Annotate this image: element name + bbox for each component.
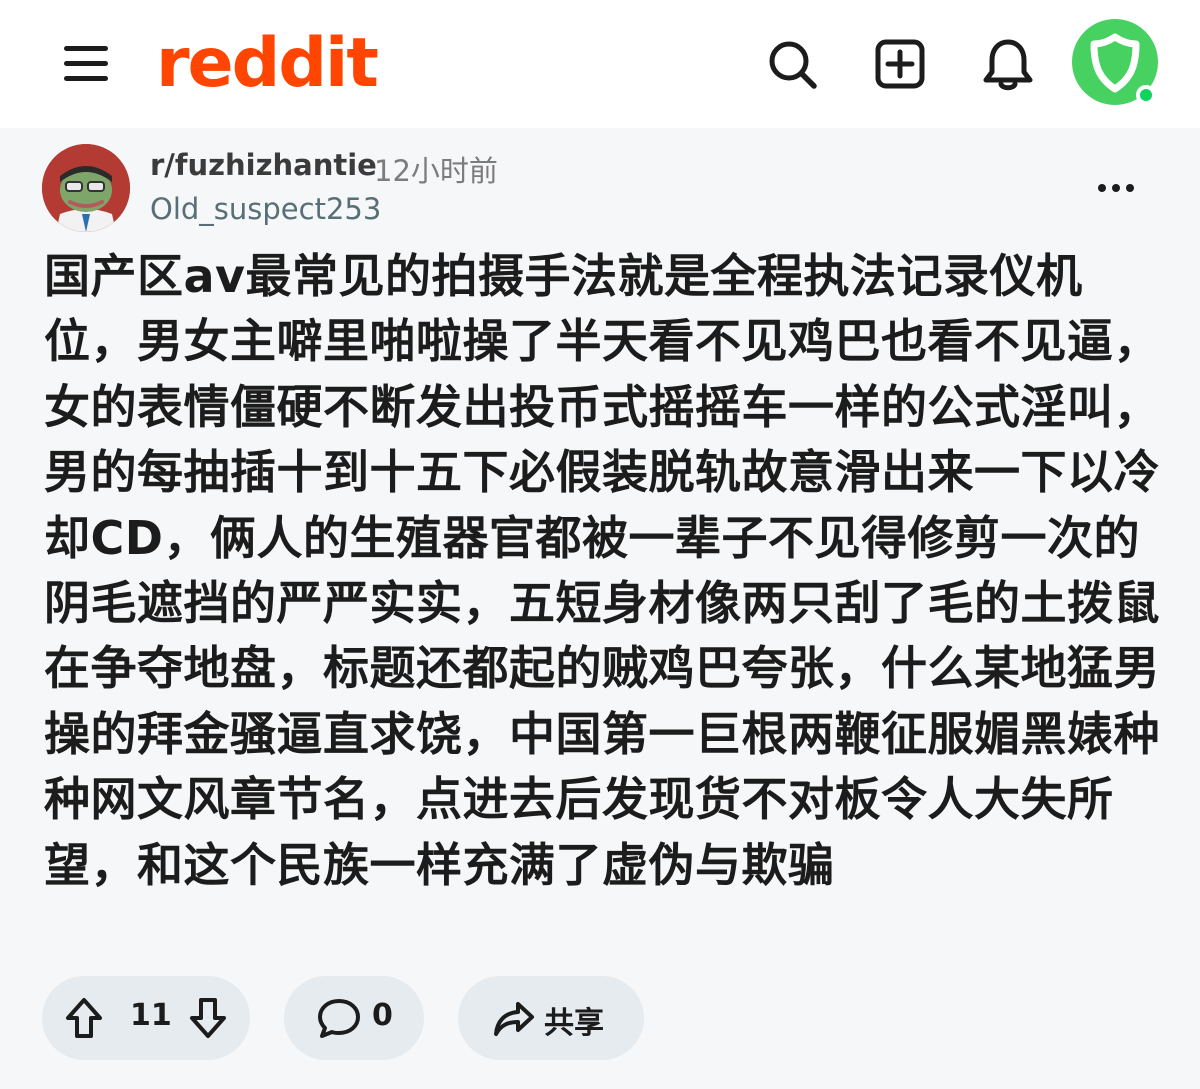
comment-count: 0: [372, 998, 393, 1033]
post-author[interactable]: Old_suspect253: [150, 192, 381, 226]
reddit-logo[interactable]: reddit: [156, 22, 379, 106]
vote-count: 11: [130, 998, 172, 1033]
share-label: 共享: [544, 1006, 604, 1041]
comment-button[interactable]: 0: [284, 976, 424, 1060]
menu-icon[interactable]: [60, 40, 112, 88]
top-bar: reddit: [0, 0, 1200, 128]
share-icon: [494, 1002, 534, 1036]
downvote-icon[interactable]: [186, 996, 230, 1040]
post-header: r/fuzhizhantie 12小时前 Old_suspect253: [0, 128, 1200, 240]
online-status-dot: [1136, 85, 1156, 105]
comment-icon: [318, 999, 360, 1038]
notification-bell-icon[interactable]: [980, 36, 1036, 92]
upvote-icon[interactable]: [62, 996, 106, 1040]
search-icon[interactable]: [764, 36, 820, 92]
vote-pill: 11: [42, 976, 250, 1060]
subreddit-avatar[interactable]: [42, 144, 130, 232]
post-body-text: 国产区av最常见的拍摄手法就是全程执法记录仪机位，男女主噼里啪啦操了半天看不见鸡…: [44, 249, 1160, 892]
create-post-icon[interactable]: [872, 36, 928, 92]
subreddit-name[interactable]: r/fuzhizhantie: [150, 148, 377, 182]
post-timestamp: 12小时前: [374, 154, 498, 188]
user-avatar-icon[interactable]: [1072, 19, 1158, 105]
share-button[interactable]: 共享: [458, 976, 644, 1060]
more-options-icon[interactable]: [1096, 182, 1136, 196]
